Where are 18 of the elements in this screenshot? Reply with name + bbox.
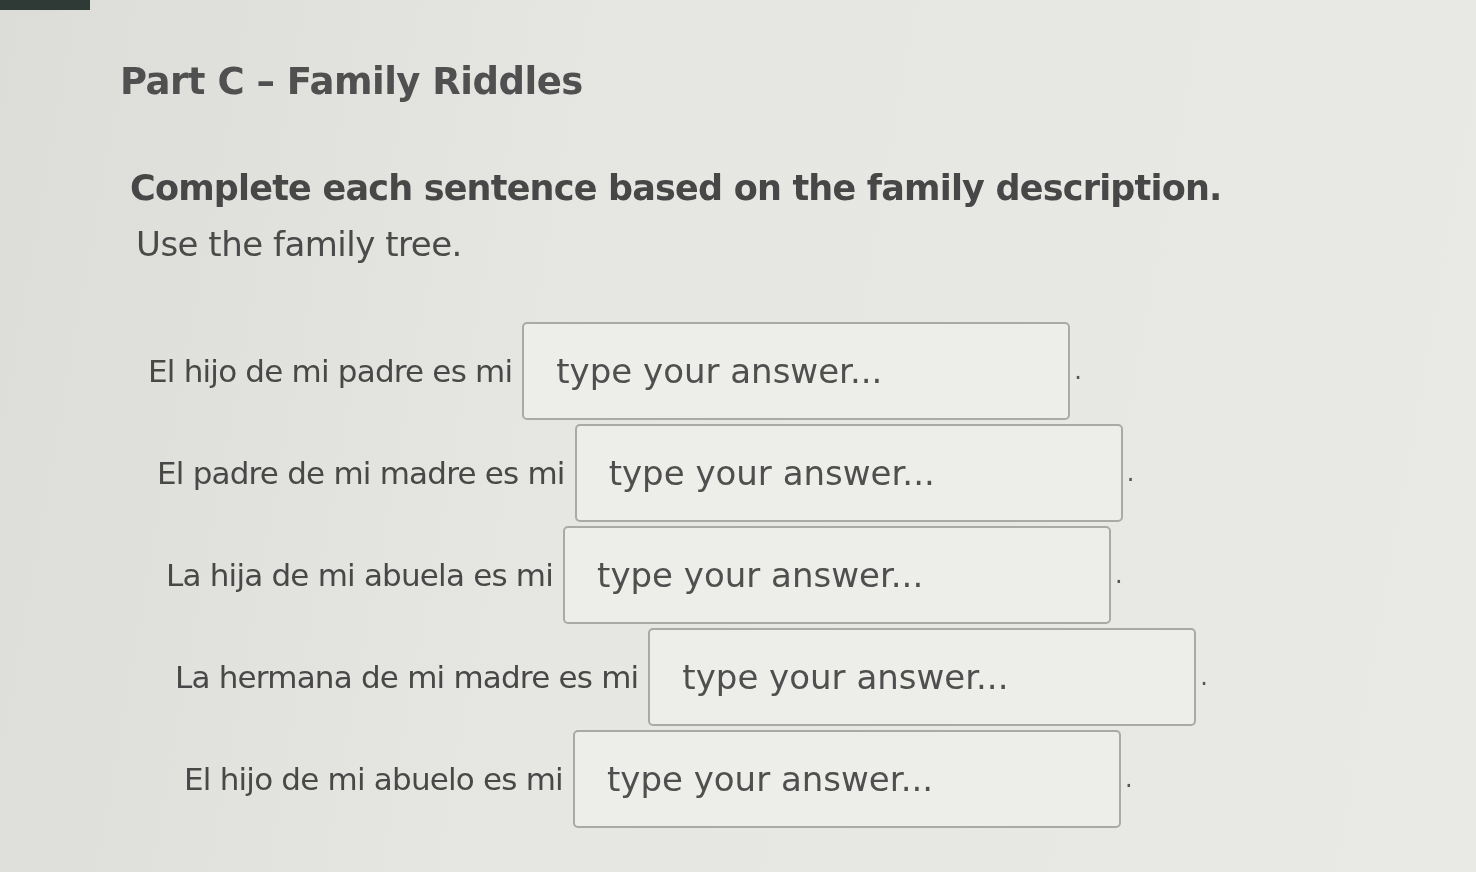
instruction-note: Use the family tree.	[136, 222, 463, 266]
sentence-prompt: La hija de mi abuela es mi	[166, 555, 555, 595]
sentence-period: .	[1123, 763, 1133, 795]
sentence-prompt: El hijo de mi abuelo es mi	[184, 759, 564, 799]
answer-field[interactable]: type your answer...	[522, 321, 1071, 420]
sentence-period: .	[1199, 661, 1208, 693]
sentence-period: .	[1114, 559, 1123, 591]
instruction-text: Complete each sentence based on the family description.	[130, 167, 1223, 211]
sentence-prompt: La hermana de mi madre es mi	[175, 657, 640, 697]
sentence-prompt: El hijo de mi padre es mi	[148, 351, 514, 391]
answer-field[interactable]: type your answer...	[648, 627, 1197, 726]
sentence-period: .	[1125, 457, 1135, 489]
section-title: Part C – Family Riddles	[120, 60, 584, 105]
sentence-period: .	[1073, 355, 1082, 387]
answer-field[interactable]: type your answer...	[572, 729, 1121, 828]
answer-field[interactable]: type your answer...	[563, 525, 1112, 624]
sentence-prompt: El padre de mi madre es mi	[157, 453, 566, 493]
answer-field[interactable]: type your answer...	[574, 423, 1123, 522]
